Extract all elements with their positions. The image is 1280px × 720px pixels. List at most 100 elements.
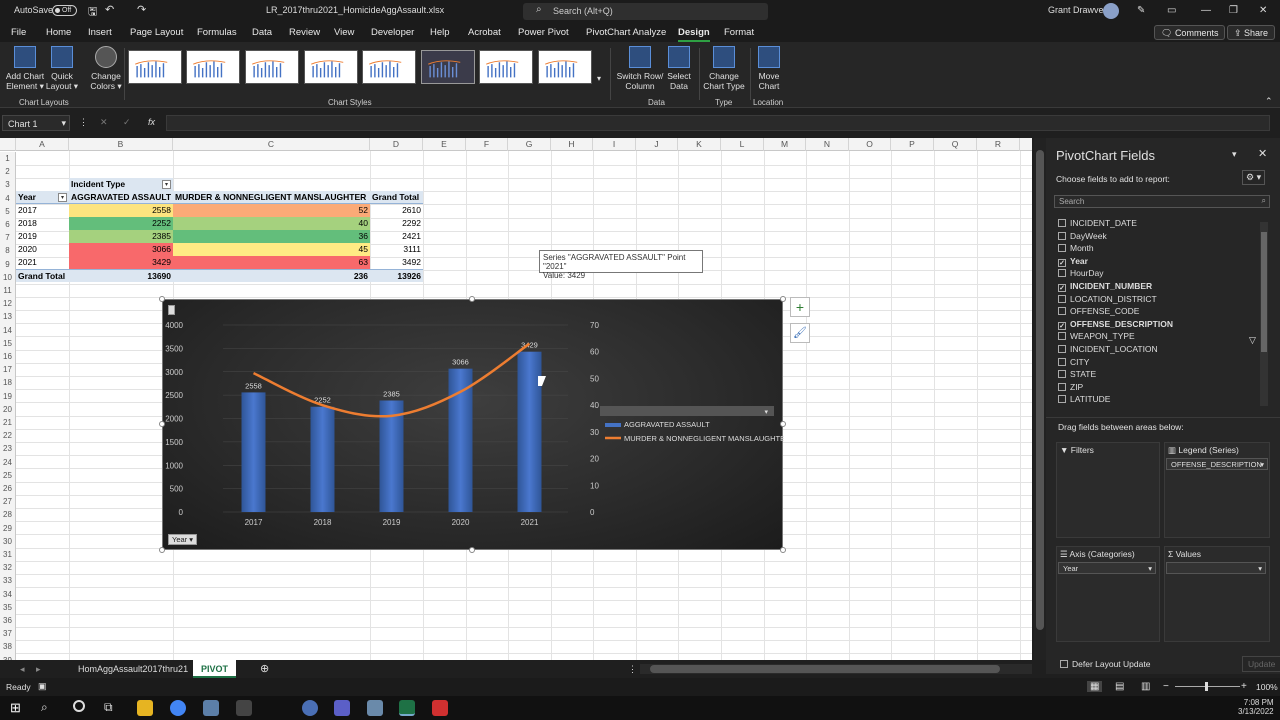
- field-item-dayweek[interactable]: DayWeek: [1058, 231, 1107, 244]
- field-item-location-district[interactable]: LOCATION_DISTRICT: [1058, 294, 1157, 307]
- vertical-scrollbar[interactable]: [1034, 138, 1046, 660]
- field-item-state[interactable]: STATE: [1058, 369, 1096, 382]
- cortana-icon[interactable]: [73, 700, 85, 712]
- sheet-tab-pivot[interactable]: PIVOT: [193, 660, 237, 678]
- row-header[interactable]: 7: [0, 231, 16, 245]
- column-header[interactable]: K: [678, 138, 721, 151]
- sheet-tab-data[interactable]: HomAggAssault2017thru21: [70, 660, 196, 678]
- menu-acrobat[interactable]: Acrobat: [468, 27, 501, 38]
- resize-handle[interactable]: [780, 421, 786, 427]
- row-header[interactable]: 26: [0, 482, 16, 496]
- field-item-offense-code[interactable]: OFFENSE_CODE: [1058, 306, 1139, 319]
- row-header[interactable]: 19: [0, 389, 16, 403]
- column-header[interactable]: L: [721, 138, 764, 151]
- field-item-zip[interactable]: ZIP: [1058, 382, 1083, 395]
- row-header[interactable]: 18: [0, 376, 16, 390]
- scrollbar-thumb[interactable]: [650, 665, 1000, 673]
- menu-home[interactable]: Home: [46, 27, 71, 38]
- row-header[interactable]: 21: [0, 416, 16, 430]
- row-header[interactable]: 20: [0, 402, 16, 416]
- menu-design[interactable]: Design: [678, 27, 710, 42]
- teams-icon[interactable]: [334, 700, 350, 716]
- name-box[interactable]: Chart 1 ▾: [2, 115, 70, 131]
- resize-handle[interactable]: [159, 547, 165, 553]
- column-header[interactable]: P: [891, 138, 934, 151]
- check-icon[interactable]: ✓: [123, 117, 131, 128]
- more-icon[interactable]: ⋮: [79, 117, 88, 128]
- menu-view[interactable]: View: [334, 27, 354, 38]
- row-header[interactable]: 22: [0, 429, 16, 443]
- row-header[interactable]: 24: [0, 455, 16, 469]
- chart-style-8[interactable]: [538, 50, 592, 84]
- field-item-incident-number[interactable]: ✓ INCIDENT_NUMBER: [1058, 281, 1152, 294]
- chrome-icon[interactable]: [170, 700, 186, 716]
- field-item-latitude[interactable]: LATITUDE: [1058, 394, 1110, 407]
- row-header[interactable]: 10: [0, 270, 16, 284]
- field-item-hourday[interactable]: HourDay: [1058, 268, 1104, 281]
- row-header[interactable]: 30: [0, 534, 16, 548]
- field-item-city[interactable]: CITY: [1058, 357, 1089, 370]
- chart-style-1[interactable]: [128, 50, 182, 84]
- defer-layout-checkbox[interactable]: Defer Layout Update: [1060, 659, 1150, 669]
- scrollbar-thumb[interactable]: [1261, 232, 1267, 352]
- row-header[interactable]: 33: [0, 574, 16, 588]
- zoom-out-icon[interactable]: −: [1163, 681, 1169, 692]
- column-header[interactable]: O: [849, 138, 891, 151]
- legend-field-chip[interactable]: OFFENSE_DESCRIPTION ▾: [1166, 458, 1268, 470]
- calculator-icon[interactable]: [203, 700, 219, 716]
- chart-styles-brush-icon[interactable]: 🖌: [790, 323, 810, 343]
- row-header[interactable]: 11: [0, 284, 16, 298]
- zoom-in-icon[interactable]: +: [1241, 681, 1247, 692]
- comments-button[interactable]: 🗨 Comments: [1154, 25, 1226, 40]
- column-header[interactable]: Q: [934, 138, 977, 151]
- avatar[interactable]: [1103, 3, 1119, 19]
- app-icon[interactable]: [236, 700, 252, 716]
- update-button[interactable]: Update: [1242, 656, 1280, 672]
- app-icon[interactable]: [367, 700, 383, 716]
- chart-style-5[interactable]: [362, 50, 416, 84]
- row-header[interactable]: 9: [0, 257, 16, 271]
- filter-dropdown-icon[interactable]: ▾: [162, 180, 171, 189]
- values-area[interactable]: [1164, 546, 1270, 642]
- column-header[interactable]: F: [466, 138, 508, 151]
- resize-handle[interactable]: [469, 547, 475, 553]
- row-header[interactable]: 27: [0, 495, 16, 509]
- axis-field-chip[interactable]: Year ▾: [1058, 562, 1156, 574]
- excel-icon[interactable]: [399, 700, 415, 716]
- select-data-button[interactable]: Select Data: [664, 46, 694, 91]
- row-header[interactable]: 4: [0, 191, 16, 205]
- row-header[interactable]: 37: [0, 627, 16, 641]
- menu-insert[interactable]: Insert: [88, 27, 112, 38]
- minimize-icon[interactable]: —: [1201, 5, 1211, 16]
- redo-icon[interactable]: ↷: [137, 3, 146, 16]
- menu-help[interactable]: Help: [430, 27, 450, 38]
- panel-options-icon[interactable]: ▾: [1232, 149, 1237, 160]
- undo-icon[interactable]: ↶: [105, 3, 114, 16]
- field-item-offense-description[interactable]: ✓ OFFENSE_DESCRIPTION: [1058, 319, 1173, 332]
- row-header[interactable]: 28: [0, 508, 16, 522]
- add-sheet-icon[interactable]: ⊕: [252, 658, 277, 676]
- row-header[interactable]: 12: [0, 297, 16, 311]
- row-header[interactable]: 16: [0, 350, 16, 364]
- worksheet-grid[interactable]: A B C D E F G H I J K L M N O P Q R 1234…: [0, 138, 1032, 660]
- acrobat-icon[interactable]: [432, 700, 448, 716]
- field-item-incident-location[interactable]: INCIDENT_LOCATION: [1058, 344, 1158, 357]
- close-icon[interactable]: ✕: [1259, 5, 1267, 16]
- menu-review[interactable]: Review: [289, 27, 320, 38]
- column-header[interactable]: R: [977, 138, 1020, 151]
- menu-developer[interactable]: Developer: [371, 27, 414, 38]
- field-search-input[interactable]: Search ⌕: [1054, 195, 1270, 208]
- normal-view-icon[interactable]: ▦: [1087, 681, 1103, 692]
- horizontal-scrollbar[interactable]: [640, 664, 1032, 674]
- row-header[interactable]: 14: [0, 323, 16, 337]
- field-item-month[interactable]: Month: [1058, 243, 1094, 256]
- row-header[interactable]: 29: [0, 521, 16, 535]
- row-header[interactable]: 34: [0, 587, 16, 601]
- field-item-year[interactable]: ✓ Year: [1058, 256, 1088, 269]
- page-layout-view-icon[interactable]: ▤: [1115, 681, 1124, 692]
- move-chart-button[interactable]: Move Chart: [754, 46, 784, 91]
- column-header[interactable]: J: [636, 138, 678, 151]
- r-icon[interactable]: [302, 700, 318, 716]
- resize-handle[interactable]: [780, 296, 786, 302]
- row-header[interactable]: 13: [0, 310, 16, 324]
